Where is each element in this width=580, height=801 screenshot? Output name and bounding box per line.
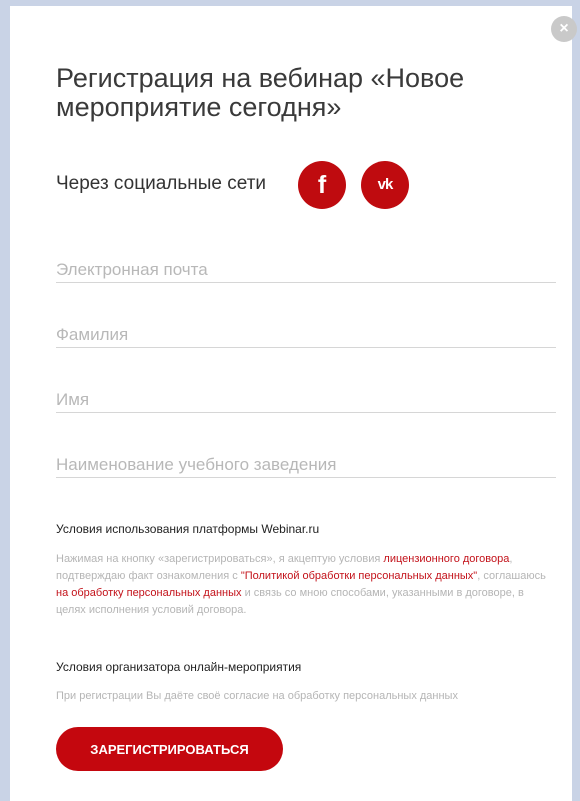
institution-field[interactable] (56, 453, 556, 478)
social-login-label: Через социальные сети (56, 173, 267, 194)
terms-text-part: Нажимая на кнопку «зарегистрироваться», … (56, 553, 384, 565)
data-processing-link[interactable]: на обработку персональных данных (56, 587, 242, 599)
facebook-login-button[interactable]: f (298, 161, 346, 209)
facebook-icon: f (317, 171, 327, 199)
modal-title: Регистрация на вебинар «Новое мероприяти… (56, 63, 465, 122)
surname-field[interactable] (56, 323, 556, 348)
vk-icon: vk (377, 176, 394, 193)
registration-modal: Регистрация на вебинар «Новое мероприяти… (10, 6, 572, 801)
close-button[interactable]: × (551, 16, 577, 42)
organizer-terms-heading: Условия организатора онлайн-мероприятия (56, 660, 302, 674)
organizer-terms-text: При регистрации Вы даёте своё согласие н… (56, 690, 458, 702)
close-icon: × (559, 20, 569, 37)
register-button[interactable]: ЗАРЕГИСТРИРОВАТЬСЯ (56, 727, 283, 771)
name-field[interactable] (56, 388, 556, 413)
terms-text-part: , соглашаюсь (477, 570, 546, 582)
email-field[interactable] (56, 258, 556, 283)
vk-login-button[interactable]: vk (361, 161, 409, 209)
license-agreement-link[interactable]: лицензионного договора (383, 553, 509, 565)
platform-terms-heading: Условия использования платформы Webinar.… (56, 522, 320, 536)
platform-terms-text: Нажимая на кнопку «зарегистрироваться», … (56, 551, 556, 619)
privacy-policy-link[interactable]: "Политикой обработки персональных данных… (241, 570, 477, 582)
